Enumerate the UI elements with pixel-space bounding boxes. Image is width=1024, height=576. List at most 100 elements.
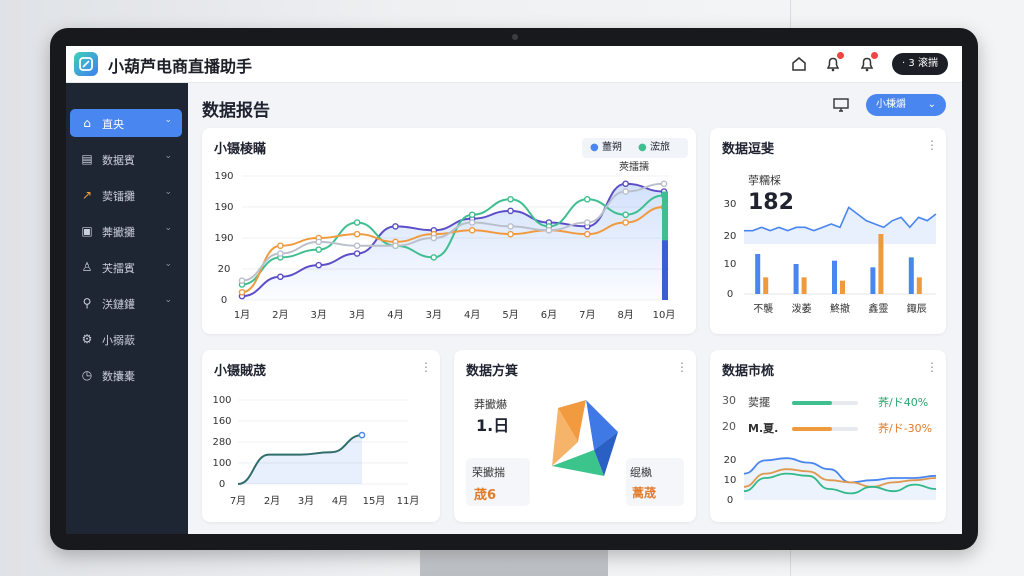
x-tick-label: 8月 [617, 309, 633, 321]
y-tick-label: 20 [724, 231, 737, 242]
sidebar-item-label: 浂鏈鑵 [102, 298, 135, 311]
sidebar-item-doc[interactable]: ▣ 莾擨攤 ⌄ [70, 217, 182, 245]
data-point [358, 431, 366, 439]
app-title: 小葫芦电商直播助手 [108, 57, 253, 76]
sidebar-item-label: 芖擂賓 [102, 262, 135, 275]
chevron-down-icon: ⌄ [927, 99, 936, 110]
card-plan: 数据方箕 ⋮ 莽擨爀 1.日 荣擨揣 荿6 绲槸 蒿荿 [454, 350, 696, 522]
chevron-down-icon: ⌄ [164, 295, 172, 305]
more-icon[interactable]: ⋮ [676, 360, 688, 374]
market-line-chart: 20 10 0 [724, 455, 937, 506]
sidebar-item-label: 莾擨攤 [102, 226, 135, 239]
sidebar-item-user[interactable]: ♙ 芖擂賓 ⌄ [70, 253, 182, 281]
sidebar-item-home[interactable]: ⌂ 直央 ⌄ [70, 109, 182, 137]
data-point [353, 219, 361, 226]
data-point [353, 250, 361, 257]
data-point [277, 242, 284, 250]
x-tick-label: 15月 [363, 495, 386, 507]
y-tick-label: 280 [212, 437, 231, 448]
data-point [622, 211, 629, 219]
home-icon[interactable] [790, 55, 808, 73]
data-point [507, 207, 514, 215]
trend-icon: ↗ [81, 188, 93, 202]
small-line-chart: 100 160 280 100 0 7月 2月 3月 4月 15月 11月 [212, 395, 419, 507]
data-point [468, 211, 476, 219]
data-point [622, 219, 629, 226]
x-tick-label: 鮗撤 [830, 302, 850, 315]
y-tick-label: 20 [724, 455, 737, 466]
x-tick-label: 10月 [653, 309, 676, 321]
data-point [353, 242, 361, 250]
page-action-label: 小棅爝 [876, 99, 906, 110]
clock-icon: ◷ [81, 368, 93, 382]
sidebar-item-label: 数攮橐 [102, 370, 135, 383]
data-point [277, 273, 284, 281]
x-tick-label: 5月 [502, 309, 518, 321]
notification-badge-2 [871, 52, 878, 59]
y-tick-label: 0 [727, 289, 733, 300]
sidebar-item-label: 数据賓 [102, 154, 135, 167]
data-point [430, 254, 438, 261]
data-point [238, 288, 246, 296]
monitor-stand [420, 548, 608, 576]
data-point [622, 180, 629, 188]
chevron-down-icon: ⌄ [164, 115, 172, 125]
stat-label: 荣擨揣 [472, 466, 505, 479]
y-tick-label: 160 [212, 416, 231, 427]
bar-icon: ▤ [81, 152, 93, 166]
data-point [468, 219, 476, 226]
data-point [238, 277, 246, 284]
x-tick-label: 3月 [298, 495, 314, 507]
y-tick-label: 20 [218, 264, 231, 275]
chevron-down-icon: ⌄ [164, 151, 172, 161]
y-tick-label: 0 [219, 479, 225, 490]
y-tick-label: 30 [724, 199, 737, 210]
sidebar-item-analysis[interactable]: ⚲ 浂鏈鑵 ⌄ [70, 289, 182, 317]
data-point [315, 238, 323, 246]
y-tick-label: 0 [221, 295, 227, 306]
y-tick-label: 100 [212, 395, 231, 406]
sidebar-item-trend[interactable]: ↗ 荬镭攤 ⌄ [70, 181, 182, 209]
data-point [583, 195, 591, 203]
sidebar-item-settings[interactable]: ⚙ 小搦藃 [70, 325, 182, 353]
data-point [430, 234, 438, 242]
data-point [353, 230, 361, 238]
sidebar-item-history[interactable]: ◷ 数攮橐 [70, 361, 182, 389]
x-tick-label: 不襲 [753, 302, 773, 315]
x-tick-label: 3月 [311, 309, 327, 321]
monitor-icon[interactable] [833, 98, 849, 112]
top-bar: 小葫芦电商直播助手 · 3 滚揣 [66, 46, 962, 83]
data-point [507, 195, 514, 203]
x-tick-label: 4月 [387, 309, 403, 321]
camera-dot [512, 34, 518, 40]
data-point [315, 261, 323, 269]
bar [878, 234, 884, 294]
bar [763, 277, 769, 294]
bar [840, 280, 845, 294]
sidebar-item-data[interactable]: ▤ 数据賓 ⌄ [70, 145, 182, 173]
sidebar: ⌂ 直央 ⌄ ▤ 数据賓 ⌄ ↗ 荬镭攤 ⌄ ▣ 莾擨攤 ⌄ ♙ 芖擂賓 ⌄ ⚲… [66, 83, 188, 534]
stat-value: 1.日 [476, 416, 510, 435]
sidebar-item-label: 小搦藃 [102, 334, 135, 347]
data-point [622, 188, 629, 195]
sidebar-item-label: 荬镭攤 [102, 190, 135, 203]
data-point [583, 230, 591, 238]
x-tick-label: 鑫靈 [868, 302, 888, 315]
notification-badge [837, 52, 844, 59]
page-action-button[interactable]: 小棅爝 ⌄ [866, 94, 946, 116]
x-tick-label: 2月 [264, 495, 280, 507]
data-point [545, 226, 553, 234]
x-tick-label: 3月 [426, 309, 442, 321]
y-tick-label: 190 [214, 233, 233, 244]
account-button[interactable]: · 3 滚揣 [892, 53, 948, 75]
trend-bar-chart: 30 20 10 0 不襲 泼萎 鮗撤 鑫靈 鋷辰 [724, 199, 937, 315]
stat-label: 绲槸 [630, 466, 652, 479]
chevron-down-icon: ⌄ [164, 223, 172, 233]
stat-value: 荿6 [474, 488, 497, 503]
x-tick-label: 1月 [234, 309, 250, 321]
card-main-chart: 小镊棱瞞 ● 薑朔 ● 浤旅 190 190 190 20 0 莢擂擩 1月 2月 3月 3月 4月… [202, 128, 696, 334]
card-trend: 数据逗斐 ⋮ 荢糯棌 182 30 20 10 0 不襲 泼萎 鮗撤 鑫靈 鋷辰 [710, 128, 946, 334]
page-title: 数据报告 [202, 101, 270, 121]
bar [755, 254, 761, 294]
doc-icon: ▣ [81, 224, 93, 238]
